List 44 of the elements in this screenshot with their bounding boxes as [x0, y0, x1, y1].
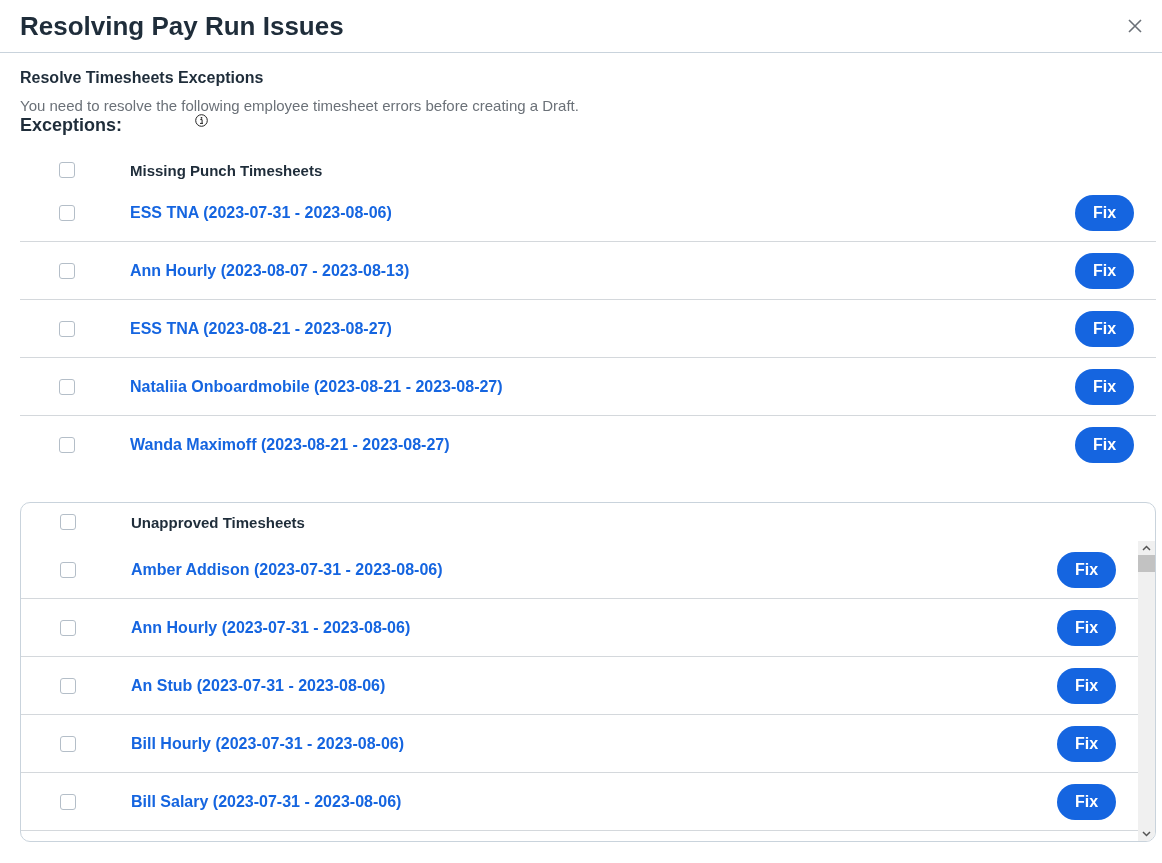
- fix-button[interactable]: Fix: [1057, 667, 1116, 704]
- close-icon[interactable]: [1127, 18, 1143, 34]
- timesheet-link[interactable]: Bill Salary (2023-07-31 - 2023-08-06): [131, 792, 402, 811]
- scrollbar[interactable]: [1138, 541, 1155, 841]
- checkbox[interactable]: [59, 162, 75, 178]
- fix-button[interactable]: Fix: [1057, 725, 1116, 762]
- timesheet-link[interactable]: Bill Hourly (2023-07-31 - 2023-08-06): [131, 734, 404, 753]
- checkbox[interactable]: [60, 677, 76, 694]
- checkbox[interactable]: [59, 378, 75, 395]
- timesheet-link[interactable]: ESS TNA (2023-08-21 - 2023-08-27): [130, 319, 392, 338]
- fix-button[interactable]: Fix: [1057, 783, 1116, 820]
- scroll-down-icon[interactable]: [1142, 831, 1151, 837]
- scrollbar-thumb[interactable]: [1138, 555, 1155, 572]
- fix-button[interactable]: Fix: [1057, 551, 1116, 588]
- checkbox[interactable]: [60, 735, 76, 752]
- checkbox[interactable]: [60, 619, 76, 636]
- info-icon[interactable]: [195, 114, 209, 127]
- fix-button[interactable]: Fix: [1075, 194, 1134, 231]
- exceptions-label: Exceptions:: [20, 115, 123, 136]
- group-title: Unapproved Timesheets: [131, 513, 305, 531]
- timesheet-link[interactable]: ESS TNA (2023-07-31 - 2023-08-06): [130, 203, 392, 222]
- fix-button[interactable]: Fix: [1075, 427, 1134, 463]
- fix-button[interactable]: Fix: [1075, 310, 1134, 347]
- timesheet-link[interactable]: Amber Addison (2023-07-31 - 2023-08-06): [131, 560, 443, 579]
- fix-button[interactable]: Fix: [1075, 252, 1134, 289]
- fix-button[interactable]: Fix: [1057, 609, 1116, 646]
- checkbox[interactable]: [60, 514, 76, 530]
- section-heading: Resolve Timesheets Exceptions: [20, 69, 264, 87]
- checkbox[interactable]: [59, 437, 75, 453]
- checkbox[interactable]: [59, 262, 75, 279]
- timesheet-link[interactable]: Ann Hourly (2023-07-31 - 2023-08-06): [131, 618, 411, 637]
- scroll-up-icon[interactable]: [1142, 545, 1151, 551]
- checkbox[interactable]: [59, 320, 75, 337]
- timesheet-link[interactable]: Nataliia Onboardmobile (2023-08-21 - 2023-08-27): [130, 377, 503, 396]
- checkbox[interactable]: [60, 561, 76, 578]
- section-description: You need to resolve the following employee timesheet errors before creating a Draft.: [20, 97, 579, 114]
- timesheet-link[interactable]: Wanda Maximoff (2023-08-21 - 2023-08-27): [130, 436, 450, 454]
- timesheet-link[interactable]: Ann Hourly (2023-08-07 - 2023-08-13): [130, 261, 410, 280]
- checkbox[interactable]: [60, 793, 76, 810]
- timesheet-link[interactable]: An Stub (2023-07-31 - 2023-08-06): [131, 676, 386, 695]
- fix-button[interactable]: Fix: [1075, 368, 1134, 405]
- dialog-title: Resolving Pay Run Issues: [20, 10, 344, 42]
- group-title: Missing Punch Timesheets: [130, 161, 323, 179]
- checkbox[interactable]: [59, 204, 75, 221]
